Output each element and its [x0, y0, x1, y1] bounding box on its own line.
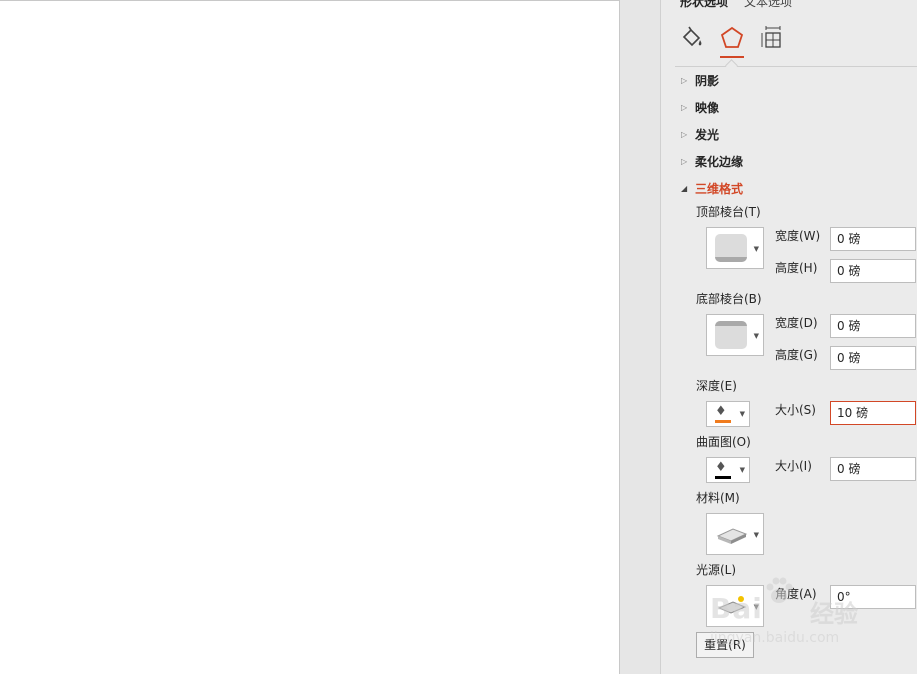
- section-shadow[interactable]: ▷ 阴影: [681, 71, 719, 89]
- section-soft-edges[interactable]: ▷ 柔化边缘: [681, 152, 743, 170]
- top-bevel-width-label: 宽度(W): [775, 229, 821, 243]
- dropdown-arrow-icon: ▼: [753, 332, 759, 340]
- section-shadow-label: 阴影: [695, 73, 720, 88]
- dropdown-arrow-icon: ▼: [753, 603, 759, 611]
- depth-label: 深度(E): [696, 379, 737, 393]
- expand-arrow-icon: ▷: [681, 102, 688, 112]
- tab-text-options[interactable]: 文本选项: [744, 0, 792, 10]
- dropdown-arrow-icon: ▼: [753, 245, 759, 253]
- paint-bucket-icon: ♦: [715, 404, 727, 419]
- active-category-notch: [725, 59, 738, 72]
- contour-size-field[interactable]: 0 磅: [830, 457, 916, 481]
- category-separator: [675, 66, 917, 67]
- contour-color-button[interactable]: ♦ ▼: [706, 457, 750, 483]
- dropdown-arrow-icon: ▼: [753, 531, 759, 539]
- paint-bucket-icon: ♦: [715, 460, 727, 475]
- format-shape-pane: 形状选项 文本选项 ▷ 阴影 ▷ 映像 ▷ 发光 ▷ 柔化边缘 ◢ 三维格式 顶…: [661, 0, 917, 674]
- expand-arrow-icon: ▷: [681, 129, 688, 139]
- dropdown-arrow-icon: ▼: [739, 466, 745, 474]
- lighting-angle-field[interactable]: 0°: [830, 585, 916, 609]
- dropdown-arrow-icon: ▼: [739, 410, 745, 418]
- top-bevel-label: 顶部棱台(T): [696, 205, 761, 219]
- depth-size-label: 大小(S): [775, 403, 816, 417]
- top-bevel-width-field[interactable]: 0 磅: [830, 227, 916, 251]
- material-label: 材料(M): [696, 491, 740, 505]
- material-gallery[interactable]: ▼: [706, 513, 764, 555]
- lighting-label: 光源(L): [696, 563, 737, 577]
- section-3d-format-label: 三维格式: [695, 181, 744, 196]
- collapse-arrow-icon: ◢: [681, 183, 688, 193]
- section-soft-edges-label: 柔化边缘: [695, 154, 744, 169]
- slide-canvas[interactable]: [0, 0, 620, 674]
- slide-area: [0, 0, 622, 674]
- active-category-underline: [720, 56, 744, 58]
- depth-color-button[interactable]: ♦ ▼: [706, 401, 750, 427]
- expand-arrow-icon: ▷: [681, 156, 688, 166]
- section-reflection-label: 映像: [695, 100, 720, 115]
- effects-pentagon-icon[interactable]: [718, 23, 746, 53]
- section-glow-label: 发光: [695, 127, 720, 142]
- contour-color-swatch: [715, 476, 731, 479]
- top-bevel-height-field[interactable]: 0 磅: [830, 259, 916, 283]
- bottom-bevel-label: 底部棱台(B): [696, 292, 762, 306]
- contour-label: 曲面图(O): [696, 435, 751, 449]
- depth-size-field[interactable]: 10 磅: [830, 401, 916, 425]
- lighting-gallery[interactable]: ▼: [706, 585, 764, 627]
- lighting-angle-label: 角度(A): [775, 587, 817, 601]
- bottom-bevel-gallery[interactable]: ▼: [706, 314, 764, 356]
- top-bevel-gallery[interactable]: ▼: [706, 227, 764, 269]
- expand-arrow-icon: ▷: [681, 75, 688, 85]
- section-reflection[interactable]: ▷ 映像: [681, 98, 719, 116]
- top-bevel-preview-icon: [715, 234, 747, 262]
- material-preview-icon: [716, 528, 748, 544]
- section-3d-format[interactable]: ◢ 三维格式: [681, 179, 743, 197]
- size-properties-icon[interactable]: [758, 23, 786, 53]
- bottom-bevel-width-field[interactable]: 0 磅: [830, 314, 916, 338]
- section-glow[interactable]: ▷ 发光: [681, 125, 719, 143]
- tab-shape-options[interactable]: 形状选项: [680, 0, 728, 10]
- bottom-bevel-preview-icon: [715, 321, 747, 349]
- reset-button[interactable]: 重置(R): [696, 632, 754, 658]
- depth-color-swatch: [715, 420, 731, 423]
- contour-size-label: 大小(I): [775, 459, 812, 473]
- fill-line-icon[interactable]: [678, 23, 706, 53]
- bottom-bevel-height-field[interactable]: 0 磅: [830, 346, 916, 370]
- lighting-preview-icon: [717, 596, 747, 614]
- bottom-bevel-width-label: 宽度(D): [775, 316, 818, 330]
- top-bevel-height-label: 高度(H): [775, 261, 818, 275]
- bottom-bevel-height-label: 高度(G): [775, 348, 818, 362]
